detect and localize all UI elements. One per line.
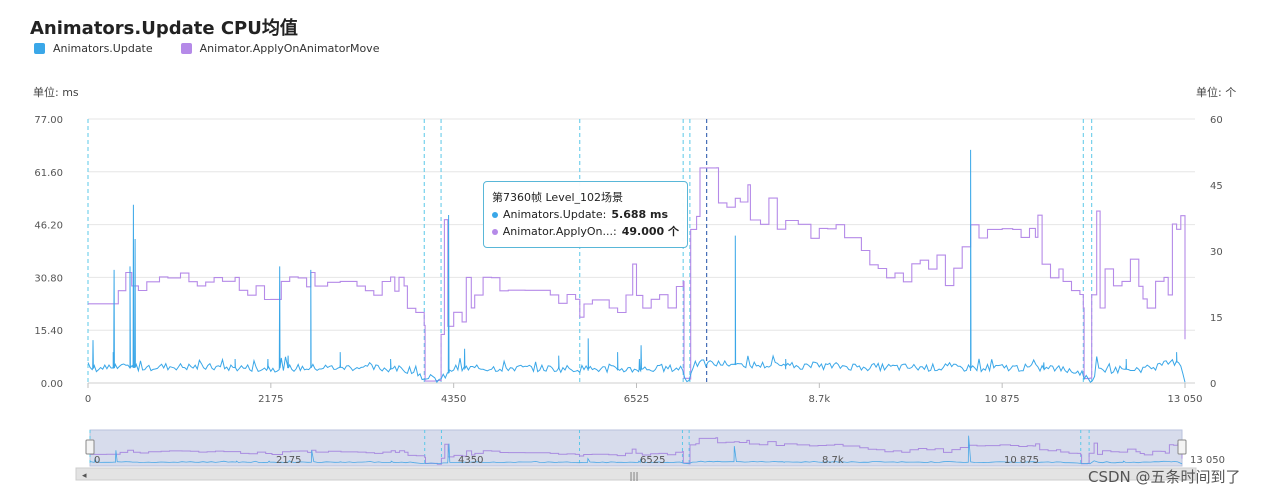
x-tick-label: 2175 <box>258 394 283 405</box>
tooltip-dot-animators-update <box>492 211 498 218</box>
tooltip-row-apply-on-animator-move: Animator.ApplyOn...: 49.000 个 <box>492 223 679 240</box>
chart-tooltip: 第7360帧 Level_102场景 Animators.Update: 5.6… <box>483 181 688 248</box>
zoom-tick-label: 6525 <box>640 455 665 466</box>
y-tick-left: 61.60 <box>34 168 63 179</box>
tooltip-dot-apply-on-animator-move <box>492 228 498 235</box>
y-tick-right: 45 <box>1210 181 1223 192</box>
y-tick-left: 77.00 <box>34 115 63 126</box>
x-tick-label: 13 050 <box>1168 394 1203 405</box>
zoom-handle-left[interactable] <box>85 439 95 455</box>
y-tick-left: 0.00 <box>41 379 63 390</box>
x-tick-label: 10 875 <box>985 394 1020 405</box>
zoom-handle-right[interactable] <box>1177 439 1187 455</box>
y-tick-right: 0 <box>1210 379 1216 390</box>
x-tick-label: 0 <box>85 394 91 405</box>
tooltip-row-animators-update: Animators.Update: 5.688 ms <box>492 206 679 223</box>
y-tick-right: 30 <box>1210 247 1223 258</box>
tooltip-label: Animator.ApplyOn...: <box>502 225 617 238</box>
zoom-tick-label: 8.7k <box>822 455 844 466</box>
tooltip-header: 第7360帧 Level_102场景 <box>492 191 624 204</box>
x-tick-label: 4350 <box>441 394 466 405</box>
scroll-left-arrow-icon[interactable]: ◂ <box>82 471 87 481</box>
chart-canvas[interactable]: 0.00 15.40 30.80 46.20 61.60 77.00 0 15 30 45 60 0 2… <box>0 0 1280 497</box>
watermark: CSDN @五条时间到了 <box>1088 468 1241 486</box>
zoom-tick-label: 2175 <box>276 455 301 466</box>
zoom-tick-label: 4350 <box>458 455 483 466</box>
y-tick-right: 15 <box>1210 313 1223 324</box>
tooltip-label: Animators.Update: <box>503 208 607 221</box>
x-tick-label: 8.7k <box>808 394 830 405</box>
scroll-grip-icon[interactable]: ||| <box>629 472 638 482</box>
y-tick-right: 60 <box>1210 115 1223 126</box>
zoom-tick-label: 10 875 <box>1004 455 1039 466</box>
y-tick-left: 30.80 <box>34 273 63 284</box>
y-tick-left: 46.20 <box>34 221 63 232</box>
tooltip-value: 49.000 个 <box>621 225 679 238</box>
zoom-tick-label: 0 <box>94 455 100 466</box>
zoom-tick-label: 13 050 <box>1190 455 1225 466</box>
x-tick-label: 6525 <box>624 394 649 405</box>
y-tick-left: 15.40 <box>34 326 63 337</box>
tooltip-value: 5.688 ms <box>611 208 668 221</box>
